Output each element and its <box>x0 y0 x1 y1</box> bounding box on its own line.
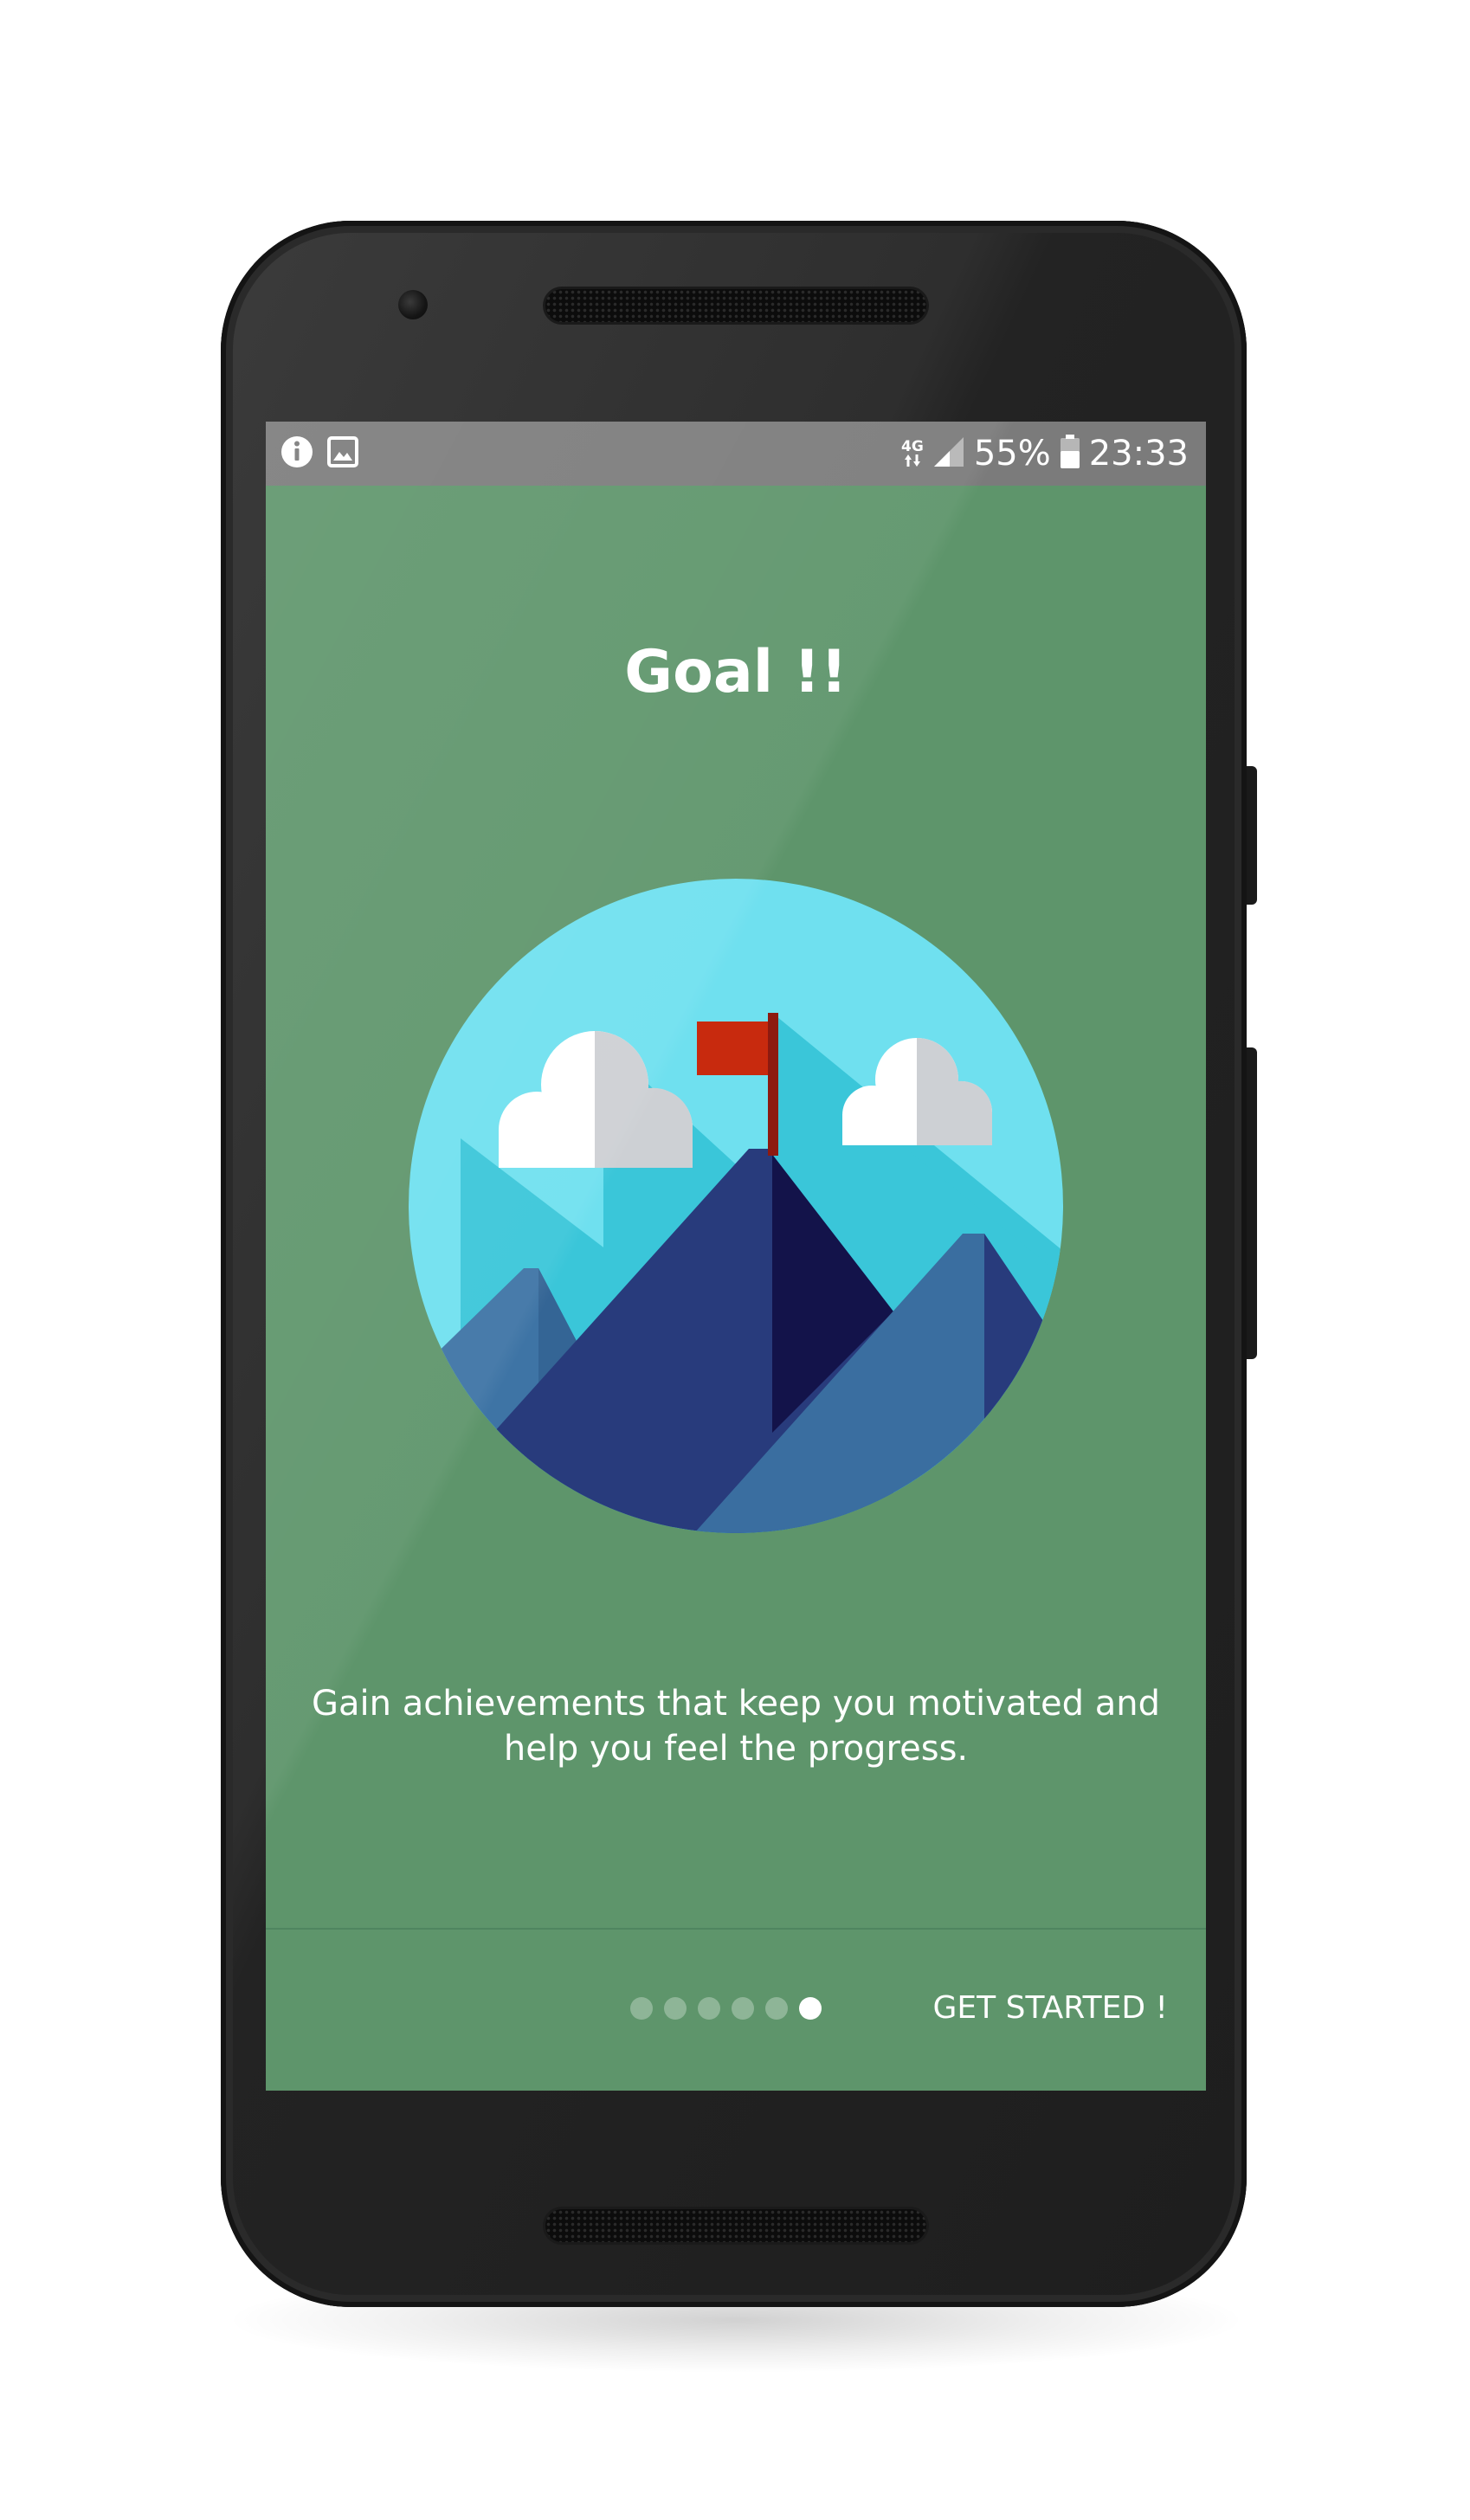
page-dot-5[interactable] <box>765 1997 788 2020</box>
page-dot-4[interactable] <box>732 1997 754 2020</box>
status-bar: 4G 55% 23:33 <box>266 422 1206 486</box>
page-indicator <box>630 1997 822 2020</box>
get-started-button[interactable]: GET STARTED ! <box>925 1980 1168 2037</box>
onboarding-description: Gain achievements that keep you motivate… <box>312 1684 1160 1769</box>
page-dot-6-active[interactable] <box>799 1997 822 2020</box>
page-dot-1[interactable] <box>630 1997 653 2020</box>
top-speaker-grille <box>545 289 926 322</box>
phone-screen: 4G 55% 23:33 Goal !! Gain achievements t… <box>266 422 1206 2091</box>
page-dot-3[interactable] <box>698 1997 720 2020</box>
flag-pole <box>768 1013 778 1156</box>
network-arrows-icon: 4G <box>901 440 924 467</box>
battery-percentage: 55% <box>973 434 1051 474</box>
battery-icon <box>1060 435 1080 473</box>
gallery-icon <box>326 435 359 472</box>
mountain-flag-illustration <box>409 879 1063 1533</box>
clock: 23:33 <box>1088 434 1189 474</box>
flag <box>697 1022 768 1075</box>
front-camera <box>398 290 428 319</box>
signal-icon <box>932 435 965 472</box>
info-icon <box>280 435 314 473</box>
network-type: 4G <box>901 438 924 455</box>
bottom-divider <box>266 1928 1206 1930</box>
volume-button <box>1247 1047 1257 1359</box>
status-bar-right: 4G 55% 23:33 <box>901 422 1189 486</box>
device-mockup-stage: 4G 55% 23:33 Goal !! Gain achievements t… <box>0 0 1470 2520</box>
status-bar-left <box>280 434 359 474</box>
onboarding-title: Goal !! <box>624 638 848 706</box>
bottom-speaker-grille <box>545 2209 926 2242</box>
page-dot-2[interactable] <box>664 1997 687 2020</box>
power-button <box>1247 766 1257 905</box>
